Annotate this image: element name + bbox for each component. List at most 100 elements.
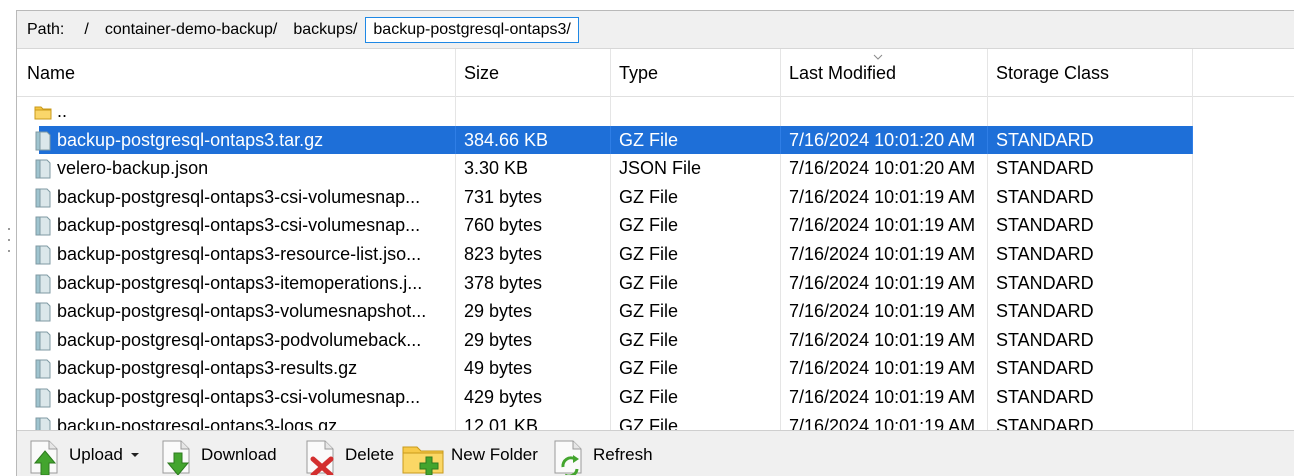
file-storage-class-cell: STANDARD <box>988 383 1193 412</box>
splitter-grip[interactable] <box>8 228 11 268</box>
s3-file-browser: Path: / container-demo-backup/ backups/ … <box>16 10 1294 476</box>
file-type-cell: GZ File <box>611 240 781 269</box>
file-size-cell: 29 bytes <box>456 325 611 355</box>
new-folder-button[interactable]: New Folder <box>401 431 538 476</box>
file-row[interactable]: backup-postgresql-ontaps3-volumesnapshot… <box>17 297 1294 326</box>
file-name-cell: backup-postgresql-ontaps3-results.gz <box>17 354 456 383</box>
file-size-cell: 3.30 KB <box>456 154 611 183</box>
file-storage-class-cell: STANDARD <box>988 211 1193 240</box>
column-header-row: Name Size Type Last Modified Storage Cla… <box>17 49 1294 97</box>
file-type-cell: GZ File <box>611 268 781 298</box>
file-row[interactable]: backup-postgresql-ontaps3.tar.gz 384.66 K… <box>17 125 1294 155</box>
path-segment-root[interactable]: / <box>84 21 88 39</box>
file-storage-class-cell <box>988 97 1193 126</box>
path-segment-backups[interactable]: backups/ <box>293 21 357 39</box>
file-icon <box>35 216 51 236</box>
file-type-cell: GZ File <box>611 411 781 430</box>
column-header-name-label: Name <box>27 63 76 83</box>
file-name-cell: backup-postgresql-ontaps3-csi-volumesnap… <box>17 182 456 212</box>
file-type-cell: JSON File <box>611 154 781 183</box>
folder-icon <box>34 106 52 120</box>
file-row[interactable]: velero-backup.json 3.30 KB JSON File 7/16/2… <box>17 154 1294 183</box>
column-header-size[interactable]: Size <box>456 49 611 97</box>
column-header-last-modified[interactable]: Last Modified <box>781 49 988 97</box>
file-type-cell: GZ File <box>611 182 781 212</box>
file-storage-class-cell: STANDARD <box>988 325 1193 355</box>
file-modified-cell: 7/16/2024 10:01:19 AM <box>781 325 988 355</box>
file-storage-class-cell: STANDARD <box>988 154 1193 183</box>
upload-button[interactable]: Upload <box>27 431 142 476</box>
file-modified-cell: 7/16/2024 10:01:19 AM <box>781 297 988 326</box>
parent-folder-row[interactable]: .. <box>17 97 1294 126</box>
file-storage-class-cell: STANDARD <box>988 297 1193 326</box>
file-name-cell: backup-postgresql-ontaps3-itemoperations… <box>17 268 456 298</box>
upload-icon <box>30 440 58 475</box>
file-type-cell: GZ File <box>611 297 781 326</box>
column-header-name[interactable]: Name <box>17 49 456 97</box>
column-header-storage-class[interactable]: Storage Class <box>988 49 1193 97</box>
column-header-storage-class-label: Storage Class <box>996 63 1110 83</box>
file-name-cell: backup-postgresql-ontaps3-resource-list.… <box>17 240 456 269</box>
path-segment-current[interactable]: backup-postgresql-ontaps3/ <box>365 16 579 43</box>
dropdown-arrow-icon[interactable] <box>128 451 142 459</box>
file-modified-cell: 7/16/2024 10:01:19 AM <box>781 383 988 412</box>
file-row[interactable]: backup-postgresql-ontaps3-csi-volumesnap… <box>17 383 1294 412</box>
refresh-label: Refresh <box>593 444 653 464</box>
file-size-cell: 384.66 KB <box>456 125 611 155</box>
bottom-toolbar: Upload Download Delete New Folder Refres… <box>17 430 1294 476</box>
file-row[interactable]: backup-postgresql-ontaps3-resource-list.… <box>17 240 1294 269</box>
file-name-cell: backup-postgresql-ontaps3-csi-volumesnap… <box>17 383 456 412</box>
file-type-cell: GZ File <box>611 383 781 412</box>
file-storage-class-cell: STANDARD <box>988 354 1193 383</box>
file-size-cell: 378 bytes <box>456 268 611 298</box>
file-size-cell: 49 bytes <box>456 354 611 383</box>
new-folder-icon <box>402 446 444 475</box>
download-icon <box>162 440 190 475</box>
file-row[interactable]: backup-postgresql-ontaps3-csi-volumesnap… <box>17 211 1294 240</box>
file-row[interactable]: backup-postgresql-ontaps3-csi-volumesnap… <box>17 182 1294 212</box>
file-row[interactable]: backup-postgresql-ontaps3-logs.gz 12.01 K… <box>17 411 1294 430</box>
refresh-icon <box>554 440 582 475</box>
file-modified-cell: 7/16/2024 10:01:20 AM <box>781 125 988 155</box>
file-type-cell: GZ File <box>611 211 781 240</box>
upload-label: Upload <box>69 444 123 464</box>
file-name-cell: backup-postgresql-ontaps3-csi-volumesnap… <box>17 211 456 240</box>
file-icon <box>35 274 51 294</box>
file-icon <box>35 331 51 351</box>
file-icon <box>35 359 51 379</box>
column-header-type-label: Type <box>619 63 659 83</box>
column-header-size-label: Size <box>464 63 500 83</box>
file-size-cell: 731 bytes <box>456 182 611 212</box>
file-type-cell: GZ File <box>611 125 781 155</box>
new-folder-label: New Folder <box>451 444 538 464</box>
file-size-cell: 823 bytes <box>456 240 611 269</box>
file-modified-cell: 7/16/2024 10:01:19 AM <box>781 411 988 430</box>
path-segment-container-demo-backup[interactable]: container-demo-backup/ <box>105 21 278 39</box>
file-icon <box>35 417 51 430</box>
file-icon <box>35 302 51 322</box>
file-storage-class-cell: STANDARD <box>988 268 1193 298</box>
file-modified-cell: 7/16/2024 10:01:19 AM <box>781 354 988 383</box>
file-type-cell: GZ File <box>611 354 781 383</box>
file-icon <box>35 388 51 408</box>
file-name-cell: velero-backup.json <box>17 154 456 183</box>
file-name-cell: backup-postgresql-ontaps3-volumesnapshot… <box>17 297 456 326</box>
file-row[interactable]: backup-postgresql-ontaps3-podvolumeback.… <box>17 325 1294 355</box>
refresh-button[interactable]: Refresh <box>551 431 653 476</box>
file-icon <box>35 245 51 265</box>
download-button[interactable]: Download <box>159 431 277 476</box>
file-row[interactable]: backup-postgresql-ontaps3-itemoperations… <box>17 268 1294 298</box>
file-size-cell: 29 bytes <box>456 297 611 326</box>
file-modified-cell <box>781 97 988 126</box>
file-row[interactable]: backup-postgresql-ontaps3-results.gz 49 b… <box>17 354 1294 383</box>
column-header-type[interactable]: Type <box>611 49 781 97</box>
file-modified-cell: 7/16/2024 10:01:19 AM <box>781 268 988 298</box>
file-size-cell: 429 bytes <box>456 383 611 412</box>
file-size-cell <box>456 97 611 126</box>
delete-button[interactable]: Delete <box>303 431 394 476</box>
delete-icon <box>306 440 334 475</box>
file-storage-class-cell: STANDARD <box>988 411 1193 430</box>
file-name-cell: backup-postgresql-ontaps3-logs.gz <box>17 411 456 430</box>
file-storage-class-cell: STANDARD <box>988 125 1193 155</box>
file-modified-cell: 7/16/2024 10:01:19 AM <box>781 240 988 269</box>
